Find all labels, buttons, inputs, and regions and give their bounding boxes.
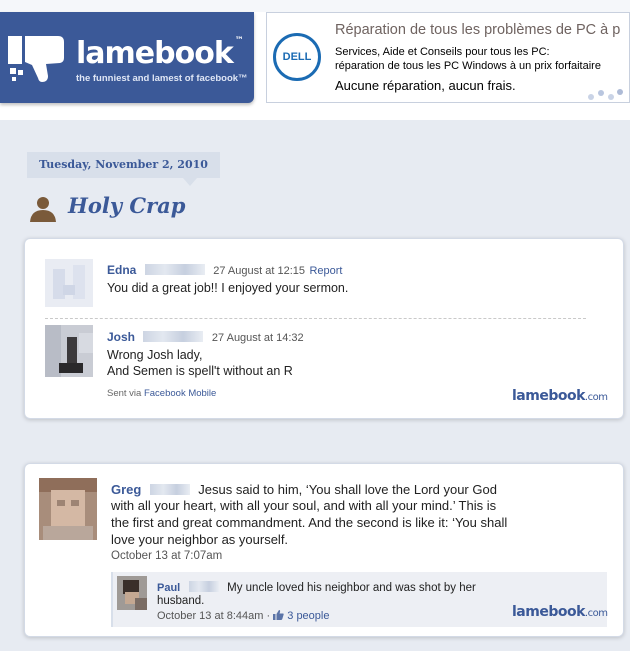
post-title[interactable]: Holy Crap xyxy=(68,193,185,218)
comment-divider xyxy=(45,318,586,319)
lamebook-watermark: lamebook.com xyxy=(512,604,608,620)
reply-meta: October 13 at 8:44am · 3 people xyxy=(157,610,329,622)
avatar-paul xyxy=(117,576,147,610)
person-silhouette-icon xyxy=(30,197,56,222)
redacted-surname xyxy=(188,581,219,593)
redacted-surname xyxy=(143,331,204,343)
logo-tagline: the funniest and lamest of facebook™ xyxy=(76,73,248,84)
site-header: lamebook ™ the funniest and lamest of fac… xyxy=(0,0,630,120)
redacted-surname xyxy=(149,484,190,496)
reply-text-first: My uncle loved his neighbor and was shot… xyxy=(227,582,476,594)
status-timestamp[interactable]: October 13 at 7:07am xyxy=(111,550,222,562)
header-strip xyxy=(0,0,630,12)
status-header-greg: Greg Jesus said to him, ‘You shall love … xyxy=(111,481,497,499)
sent-via: Sent via Facebook Mobile xyxy=(107,388,216,399)
ad-decoration-icon xyxy=(588,89,623,100)
status-text-line: with all your heart, with all your soul,… xyxy=(111,498,497,513)
redacted-surname xyxy=(144,264,205,276)
comment-header-josh: Josh 27 August at 14:32 xyxy=(107,328,304,346)
comment-timestamp[interactable]: 27 August at 12:15 xyxy=(213,265,305,277)
likes-link[interactable]: 3 people xyxy=(287,610,329,622)
comment-text-line1: Wrong Josh lady, xyxy=(107,348,203,362)
status-text-line: love your neighbor as yourself. xyxy=(111,532,289,547)
ad-call-to-action[interactable]: Aucune réparation, aucun frais. xyxy=(335,78,516,93)
reply-timestamp[interactable]: October 13 at 8:44am xyxy=(157,610,263,622)
ad-title[interactable]: Réparation de tous les problèmes de PC à… xyxy=(335,22,620,38)
avatar-edna xyxy=(45,259,93,307)
screenshot-card-1: Edna 27 August at 12:15 Report You did a… xyxy=(24,238,624,419)
sent-via-label: Sent via xyxy=(107,388,142,399)
reply-header-paul: Paul My uncle loved his neighbor and was… xyxy=(157,578,476,596)
avatar-josh xyxy=(45,325,93,377)
reply-text-second: husband. xyxy=(157,595,205,607)
post-date: Tuesday, November 2, 2010 xyxy=(27,152,220,178)
facebook-mobile-link[interactable]: Facebook Mobile xyxy=(144,388,216,399)
logo-wordmark: lamebook ™ xyxy=(76,36,244,71)
dell-logo: DELL xyxy=(273,33,321,81)
comment-text: You did a great job!! I enjoyed your ser… xyxy=(107,281,349,295)
comment-text-line2: And Semen is spell't without an R xyxy=(107,364,293,378)
comment-timestamp[interactable]: 27 August at 14:32 xyxy=(212,332,304,344)
commenter-name[interactable]: Edna xyxy=(107,263,136,277)
comment-header-edna: Edna 27 August at 12:15 Report xyxy=(107,261,342,279)
lamebook-logo[interactable]: lamebook ™ the funniest and lamest of fac… xyxy=(0,12,254,103)
meta-separator: · xyxy=(266,610,271,622)
commenter-name[interactable]: Josh xyxy=(107,330,135,344)
date-tab-notch xyxy=(183,178,197,186)
status-text-line: the first and great commandment. And the… xyxy=(111,515,508,530)
advertisement-banner[interactable]: DELL Réparation de tous les problèmes de… xyxy=(266,12,630,103)
screenshot-card-2: Greg Jesus said to him, ‘You shall love … xyxy=(24,463,624,637)
lamebook-watermark: lamebook.com xyxy=(512,388,608,404)
poster-name[interactable]: Greg xyxy=(111,482,141,497)
thumbs-up-icon xyxy=(273,610,284,620)
report-link[interactable]: Report xyxy=(309,265,342,277)
ad-description-line1: Services, Aide et Conseils pour tous les… xyxy=(335,46,550,58)
thumbs-down-icon xyxy=(8,36,64,82)
ad-description-line2: réparation de tous les PC Windows à un p… xyxy=(335,60,601,72)
avatar-greg xyxy=(39,478,97,540)
status-text-first: Jesus said to him, ‘You shall love the L… xyxy=(198,482,497,497)
